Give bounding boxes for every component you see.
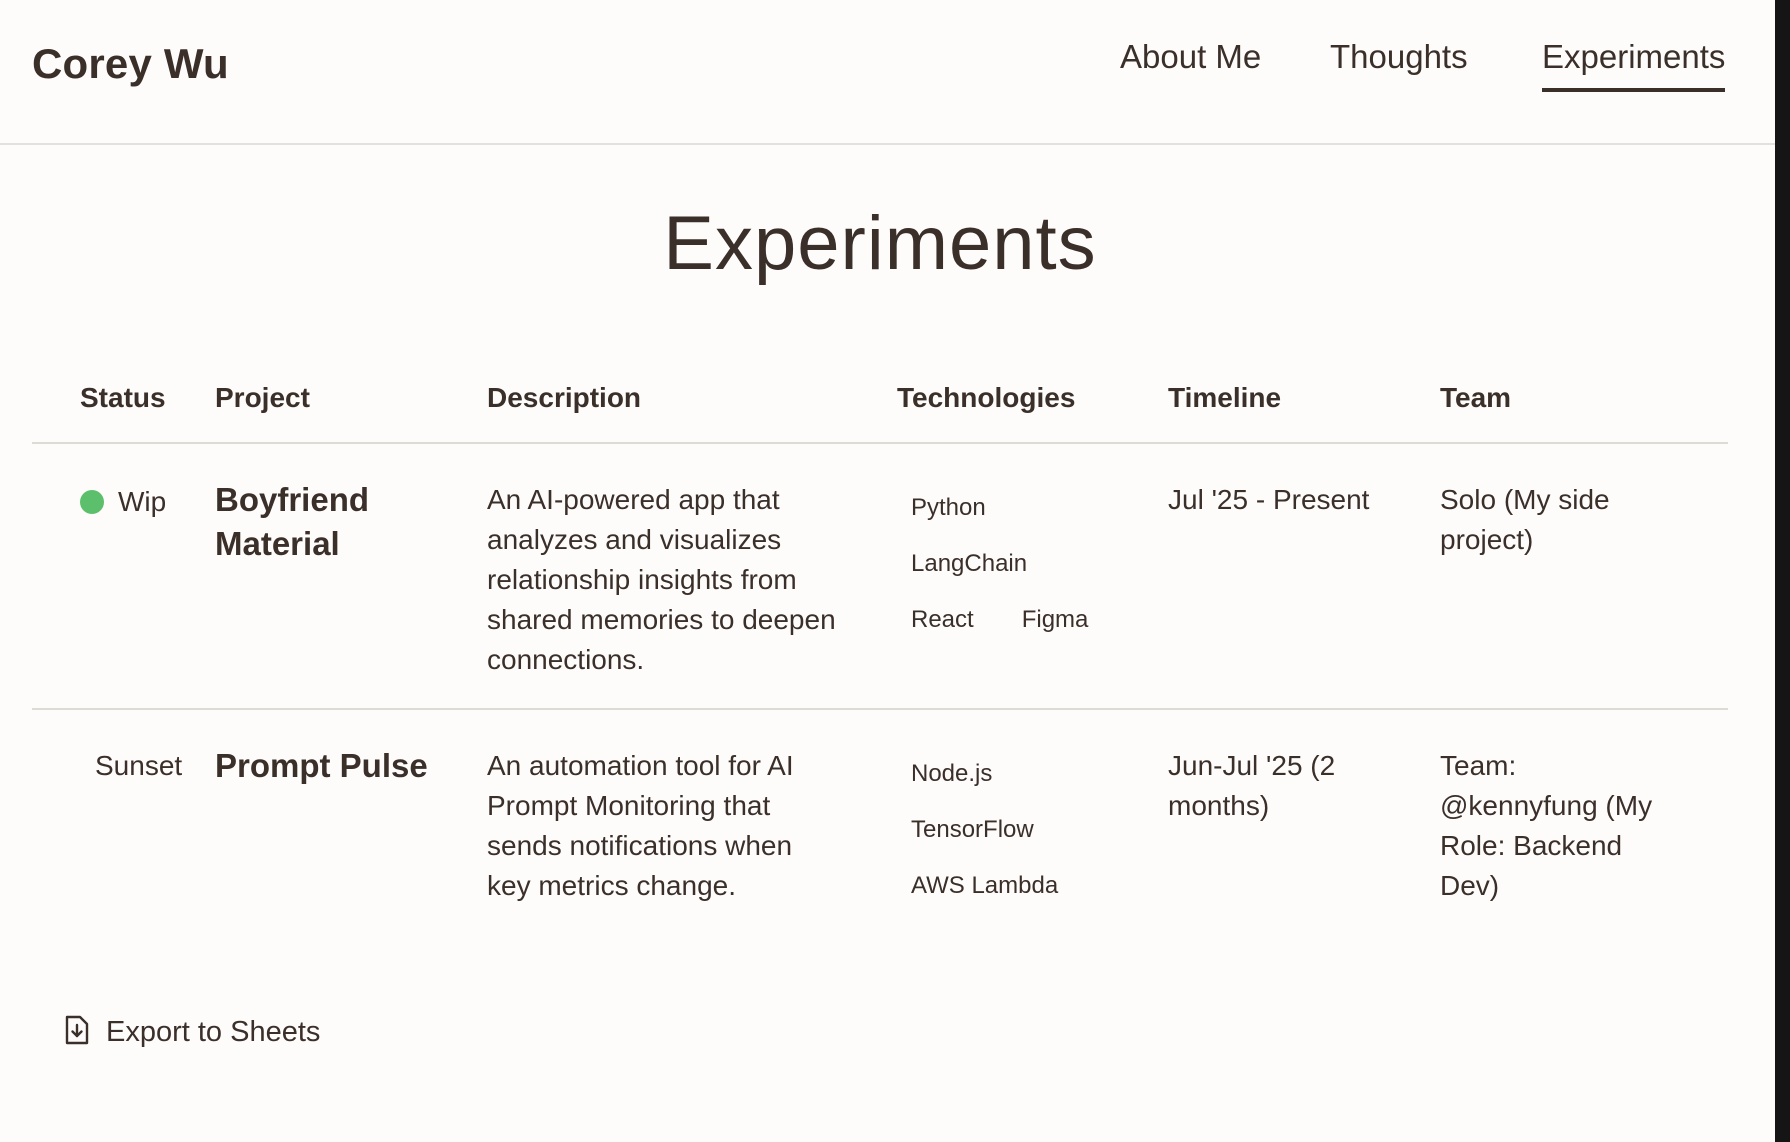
- description-line: sends notifications when: [487, 830, 793, 861]
- team-line: @kennyfung (My: [1440, 790, 1653, 821]
- tech-tag: React: [911, 606, 974, 633]
- description-line: Prompt Monitoring that: [487, 790, 771, 821]
- page: Corey Wu About Me Thoughts Experiments E…: [0, 0, 1790, 1142]
- status-label: Wip: [118, 486, 167, 517]
- technologies-cell: Node.js TensorFlow AWS Lambda: [907, 746, 1157, 914]
- tech-tag: Python: [911, 494, 986, 521]
- project-cell: Prompt Pulse: [215, 744, 428, 788]
- page-title: Experiments: [663, 201, 1097, 286]
- description-line: relationship insights from: [487, 564, 797, 595]
- column-header-team: Team: [1440, 382, 1512, 413]
- description-line: key metrics change.: [487, 870, 736, 901]
- column-header-project: Project: [215, 382, 310, 413]
- team-line: project): [1440, 524, 1534, 555]
- technologies-cell: Python LangChain React Figma: [907, 480, 1157, 648]
- description-cell: An automation tool for AI Prompt Monitor…: [487, 746, 794, 906]
- site-header: Corey Wu About Me Thoughts Experiments: [0, 0, 1775, 145]
- table-header: Status Project Description Technologies …: [32, 370, 1728, 444]
- description-line: shared memories to deepen: [487, 604, 836, 635]
- nav-thoughts[interactable]: Thoughts: [1330, 38, 1468, 88]
- column-header-description: Description: [487, 382, 642, 413]
- table-row: Wip Boyfriend Material An AI-powered app…: [32, 444, 1728, 710]
- status-label: Sunset: [95, 750, 183, 781]
- timeline-cell: Jun-Jul '25 (2 months): [1168, 746, 1335, 826]
- tech-tag: Figma: [1021, 606, 1089, 633]
- timeline-cell: Jul '25 - Present: [1168, 480, 1369, 520]
- table-row: Sunset Prompt Pulse An automation tool f…: [32, 710, 1728, 950]
- description-line: analyzes and visualizes: [487, 524, 782, 555]
- status-dot-wip: [80, 490, 104, 514]
- nav-about-me[interactable]: About Me: [1120, 38, 1261, 88]
- tech-tag: AWS Lambda: [911, 872, 1059, 899]
- project-name-line: Boyfriend: [215, 481, 370, 518]
- status-cell: Wip: [80, 482, 166, 522]
- timeline-line: Jun-Jul '25 (2: [1168, 750, 1336, 781]
- nav-experiments[interactable]: Experiments: [1542, 38, 1726, 92]
- column-header-technologies: Technologies: [897, 382, 1076, 413]
- column-header-status: Status: [80, 382, 166, 413]
- export-label: Export to Sheets: [106, 1016, 321, 1048]
- tech-tag: Node.js: [911, 760, 993, 787]
- project-name-line: Material: [215, 525, 340, 562]
- team-line: Team:: [1440, 750, 1517, 781]
- description-cell: An AI-powered app that analyzes and visu…: [487, 480, 836, 680]
- column-header-timeline: Timeline: [1168, 382, 1282, 413]
- experiments-table: Status Project Description Technologies …: [32, 370, 1728, 950]
- window-edge: [1775, 0, 1790, 1142]
- file-export-icon: [64, 1015, 90, 1050]
- team-line: Role: Backend: [1440, 830, 1623, 861]
- team-line: Solo (My side: [1440, 484, 1610, 515]
- description-line: An automation tool for AI: [487, 750, 794, 781]
- description-line: An AI-powered app that: [487, 484, 780, 515]
- project-name-line: Prompt Pulse: [215, 747, 428, 784]
- tech-tag: LangChain: [911, 550, 1028, 577]
- team-line: Dev): [1440, 870, 1500, 901]
- timeline-line: months): [1168, 790, 1270, 821]
- export-to-sheets-button[interactable]: Export to Sheets: [64, 1015, 320, 1050]
- status-cell: Sunset: [95, 746, 182, 786]
- tech-tag: TensorFlow: [911, 816, 1034, 843]
- team-cell: Team: @kennyfung (My Role: Backend Dev): [1440, 746, 1652, 906]
- project-cell: Boyfriend Material: [215, 478, 369, 566]
- description-line: connections.: [487, 644, 645, 675]
- timeline-line: Jul '25 - Present: [1168, 484, 1370, 515]
- team-cell: Solo (My side project): [1440, 480, 1610, 560]
- site-title[interactable]: Corey Wu: [32, 40, 229, 88]
